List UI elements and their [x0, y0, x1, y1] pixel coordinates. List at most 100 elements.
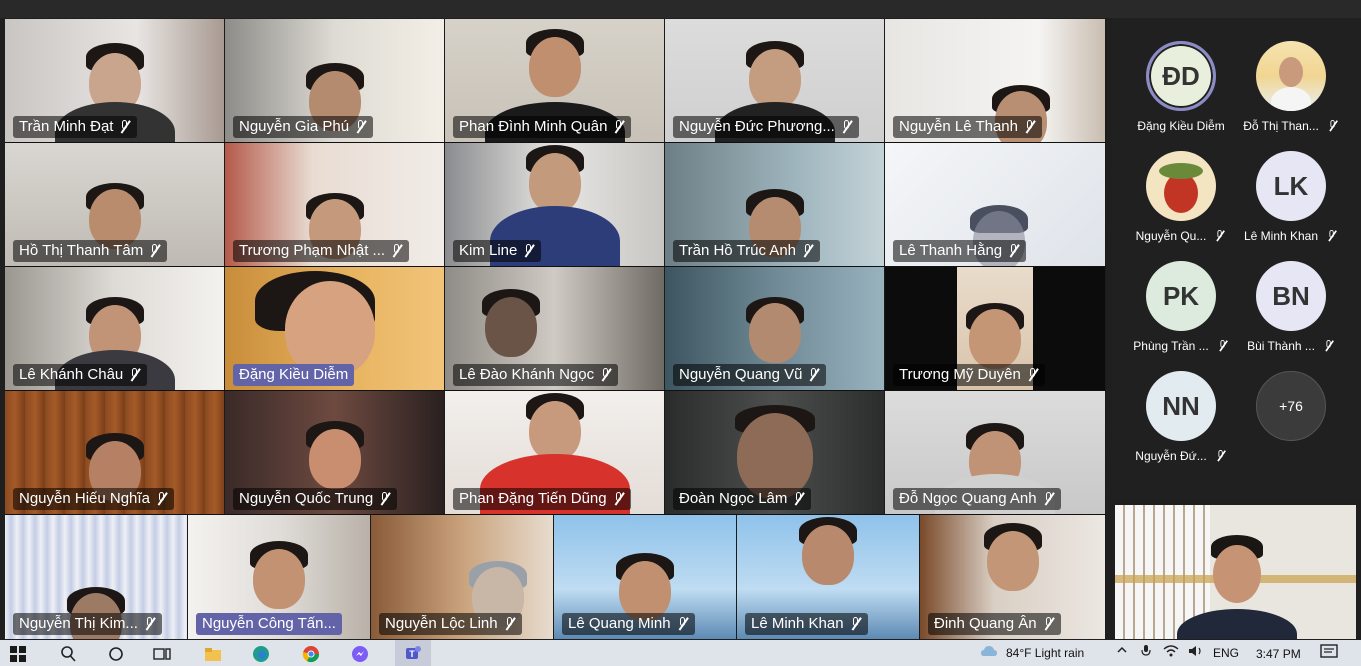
mic-muted-icon	[802, 244, 814, 258]
wifi-icon[interactable]	[1163, 644, 1179, 661]
top-bar	[0, 0, 1361, 18]
video-tile[interactable]: Phan Đình Minh Quân	[445, 19, 665, 142]
participant-name: Trương Mỹ Duyên	[899, 366, 1021, 383]
edge-browser-icon[interactable]	[251, 644, 271, 664]
mic-muted-icon	[355, 120, 367, 134]
search-icon[interactable]	[58, 644, 78, 664]
mic-muted-icon	[613, 492, 625, 506]
chevron-up-icon[interactable]	[1116, 644, 1128, 659]
participant-name-tag: Lê Đào Khánh Ngọc	[453, 364, 619, 386]
video-tile[interactable]: Đinh Quang Ân	[920, 515, 1106, 639]
participant-label: Phùng Trần ...	[1133, 339, 1209, 353]
participant-name-tag: Kim Line	[453, 240, 542, 262]
mic-muted-icon	[129, 368, 141, 382]
participant-name-tag: Phan Đình Minh Quân	[453, 116, 632, 138]
video-tile[interactable]: Nguyễn Hiếu Nghĩa	[5, 391, 225, 514]
cortana-icon[interactable]	[106, 644, 126, 664]
mic-muted-icon	[1215, 230, 1225, 242]
video-tile[interactable]: Kim Line	[445, 143, 665, 266]
svg-text:T: T	[409, 649, 415, 659]
participant-card[interactable]: ĐD Đặng Kiều Diễm	[1126, 41, 1236, 147]
video-tile[interactable]: Lê Minh Khan	[737, 515, 920, 639]
mic-muted-icon	[523, 244, 535, 258]
video-tile[interactable]: Nguyễn Quang Vũ	[665, 267, 885, 390]
video-tile[interactable]: Nguyễn Lê Thanh	[885, 19, 1106, 142]
video-tile[interactable]: Đặng Kiều Diễm	[225, 267, 445, 390]
avatar-initials: ĐD	[1162, 60, 1200, 91]
participant-label: Lê Minh Khan	[1243, 229, 1319, 243]
overflow-participants-button[interactable]: +76	[1236, 371, 1346, 477]
participant-name-tag: Hồ Thị Thanh Tâm	[13, 240, 168, 262]
language-indicator[interactable]: ENG	[1213, 646, 1239, 660]
avatar-initials: PK	[1162, 280, 1200, 311]
participant-name: Trần Minh Đạt	[19, 118, 114, 135]
weather-icon[interactable]	[980, 644, 998, 663]
file-explorer-icon[interactable]	[203, 644, 223, 664]
video-tile[interactable]: Lê Đào Khánh Ngọc	[445, 267, 665, 390]
chrome-icon[interactable]	[301, 644, 321, 664]
participant-card[interactable]: BN Bùi Thành ...	[1236, 261, 1346, 367]
participant-name: Nguyễn Hiếu Nghĩa	[19, 490, 150, 507]
video-tile[interactable]: Nguyễn Quốc Trung	[225, 391, 445, 514]
participant-name: Lê Khánh Châu	[19, 366, 124, 383]
video-tile[interactable]: Nguyễn Đức Phương...	[665, 19, 885, 142]
participant-name: Trần Hồ Trúc Anh	[679, 242, 796, 259]
clock-time[interactable]: 3:47 PM	[1256, 647, 1301, 661]
participant-name: Nguyễn Quốc Trung	[239, 490, 374, 507]
weather-text[interactable]: 84°F Light rain	[1006, 646, 1084, 660]
taskbar: T 84°F Light rain ENG 3:47 PM	[0, 640, 1361, 666]
video-tile[interactable]: Trương Phạm Nhật ...	[225, 143, 445, 266]
video-tile[interactable]: Lê Quang Minh	[554, 515, 737, 639]
participant-name: Đỗ Ngọc Quang Anh	[899, 490, 1037, 507]
mic-muted-icon	[793, 492, 805, 506]
teams-icon[interactable]: T	[395, 640, 431, 666]
participant-name: Phan Đặng Tiến Dũng	[459, 490, 607, 507]
video-tile[interactable]: Nguyễn Gia Phú	[225, 19, 445, 142]
messenger-icon[interactable]	[350, 644, 370, 664]
video-tile[interactable]: Trần Minh Đạt	[5, 19, 225, 142]
participant-name: Kim Line	[459, 242, 518, 259]
participant-name-tag: Lê Quang Minh	[562, 613, 695, 635]
video-tile[interactable]: Đoàn Ngọc Lâm	[665, 391, 885, 514]
participant-name: Lê Minh Khan	[751, 615, 844, 632]
video-tile[interactable]: Trương Mỹ Duyên	[885, 267, 1106, 390]
participant-card[interactable]: LK Lê Minh Khan	[1236, 151, 1346, 257]
participant-label: Đỗ Thị Than...	[1243, 119, 1319, 133]
mic-muted-icon	[149, 244, 161, 258]
overflow-count[interactable]: +76	[1256, 371, 1326, 441]
video-tile[interactable]: Lê Khánh Châu	[5, 267, 225, 390]
mic-muted-icon	[504, 617, 516, 631]
mic-muted-icon	[808, 368, 820, 382]
video-tile[interactable]: Nguyễn Thị Kim...	[5, 515, 188, 639]
video-tile[interactable]: Nguyễn Lộc Linh	[371, 515, 554, 639]
volume-icon[interactable]	[1188, 644, 1204, 661]
mic-muted-icon	[1328, 120, 1338, 132]
participant-card[interactable]: Nguyễn Qu...	[1126, 151, 1236, 257]
participant-name-tag: Đặng Kiều Diễm	[233, 364, 355, 386]
avatar-initials: LK	[1273, 170, 1309, 201]
participant-card[interactable]: Đỗ Thị Than...	[1236, 41, 1346, 147]
participant-name-tag: Lê Minh Khan	[745, 613, 868, 635]
participant-name-tag: Đinh Quang Ân	[928, 613, 1061, 635]
participant-name: Đoàn Ngọc Lâm	[679, 490, 788, 507]
participant-name-tag: Nguyễn Lộc Linh	[379, 613, 522, 635]
avatar: ĐD	[1146, 41, 1216, 111]
participant-card[interactable]: NN Nguyễn Đứ...	[1126, 371, 1236, 477]
video-row-1: Trần Minh Đạt Nguyễn Gia Phú Phan Đình M…	[5, 19, 1106, 142]
mic-muted-icon	[119, 120, 131, 134]
video-tile[interactable]: Hồ Thị Thanh Tâm	[5, 143, 225, 266]
task-view-icon[interactable]	[152, 644, 172, 664]
participant-name: Lê Đào Khánh Ngọc	[459, 366, 595, 383]
video-tile[interactable]: Trần Hồ Trúc Anh	[665, 143, 885, 266]
video-tile[interactable]: Nguyễn Công Tấn...	[188, 515, 371, 639]
microphone-icon[interactable]	[1140, 644, 1152, 661]
video-tile[interactable]: Lê Thanh Hằng	[885, 143, 1106, 266]
participant-card[interactable]: PK Phùng Trần ...	[1126, 261, 1236, 367]
participant-name: Trương Phạm Nhật ...	[239, 242, 386, 259]
video-tile[interactable]: Phan Đặng Tiến Dũng	[445, 391, 665, 514]
notification-icon[interactable]	[1320, 644, 1338, 663]
self-view-video[interactable]	[1115, 505, 1356, 639]
windows-start-icon[interactable]	[8, 644, 28, 664]
video-tile[interactable]: Đỗ Ngọc Quang Anh	[885, 391, 1106, 514]
avatar-photo	[1146, 151, 1216, 221]
